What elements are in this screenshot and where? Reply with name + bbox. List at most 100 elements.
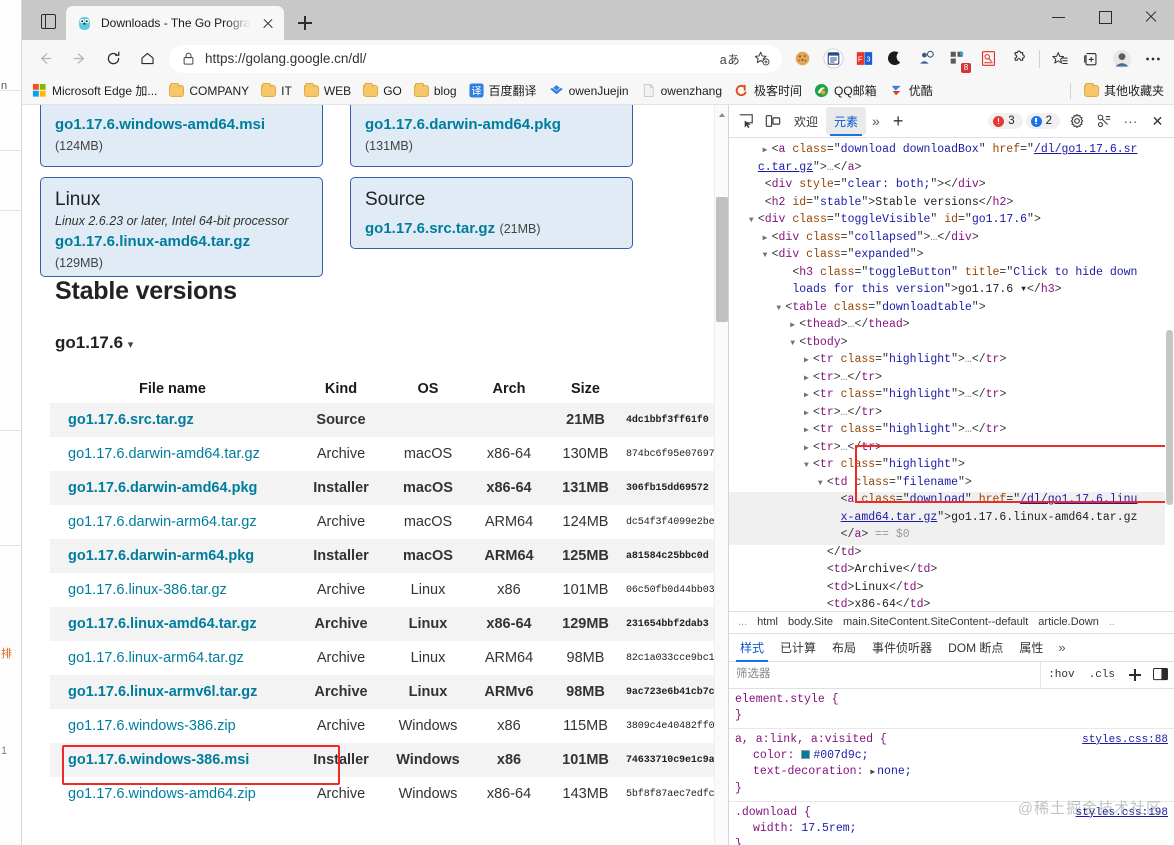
download-box-source[interactable]: Source go1.17.6.src.tar.gz (21MB)	[350, 177, 633, 249]
devtools-more-button[interactable]: ···	[1117, 108, 1144, 134]
breadcrumb-more[interactable]: ..	[1104, 616, 1120, 628]
css-property-value[interactable]: #007d9c;	[813, 749, 868, 762]
devtools-settings-button[interactable]	[1063, 108, 1090, 134]
forward-button[interactable]	[62, 44, 96, 74]
dom-node-line[interactable]: ▼<div class="expanded">	[729, 247, 1174, 265]
dom-tree-scrollbar[interactable]	[1165, 138, 1174, 611]
download-link[interactable]: go1.17.6.linux-armv6l.tar.gz	[68, 684, 257, 700]
reading-list-button[interactable]	[818, 44, 849, 74]
collapse-triangle-icon[interactable]: ▶	[790, 318, 799, 335]
dom-node-line[interactable]: ▶<tr>…</tr>	[729, 370, 1174, 388]
download-filename-link[interactable]: go1.17.6.windows-amd64.msi	[55, 116, 265, 133]
device-toolbar-button[interactable]	[759, 108, 786, 134]
collapse-triangle-icon[interactable]: ▶	[763, 231, 772, 248]
collapse-triangle-icon[interactable]: ▶	[804, 441, 813, 458]
customize-devtools-button[interactable]	[1090, 108, 1117, 134]
profile-avatar[interactable]	[1106, 44, 1137, 74]
subtab-event-listeners[interactable]: 事件侦听器	[864, 633, 940, 661]
warning-count-badge[interactable]: 2	[1026, 113, 1060, 129]
settings-and-more-button[interactable]	[1137, 44, 1168, 74]
bookmark-owenjuejin[interactable]: owenJuejin	[543, 80, 635, 101]
new-tab-button[interactable]	[290, 9, 320, 37]
screenshot-extension-button[interactable]	[973, 44, 1004, 74]
download-link[interactable]: go1.17.6.windows-amd64.zip	[68, 786, 256, 802]
css-declaration[interactable]: width: 17.5rem;	[735, 821, 1168, 837]
bookmark-blog[interactable]: blog	[408, 81, 463, 101]
table-row[interactable]: go1.17.6.darwin-amd64.pkgInstallermacOSx…	[50, 471, 723, 505]
download-link[interactable]: go1.17.6.windows-386.msi	[68, 752, 249, 768]
color-swatch-icon[interactable]	[801, 750, 810, 759]
dom-node-line[interactable]: </a> == $0	[729, 527, 1174, 545]
download-link[interactable]: go1.17.6.windows-386.zip	[68, 718, 236, 734]
breadcrumb-html[interactable]: html	[752, 616, 783, 628]
home-button[interactable]	[130, 44, 164, 74]
table-row[interactable]: go1.17.6.windows-amd64.zipArchiveWindows…	[50, 777, 723, 811]
page-scrollbar-thumb[interactable]	[716, 197, 728, 322]
scroll-up-arrow-icon[interactable]	[715, 107, 728, 121]
css-selector[interactable]: element.style {	[735, 692, 1168, 708]
add-favorite-button[interactable]	[746, 44, 777, 74]
expand-triangle-icon[interactable]: ▼	[790, 336, 799, 353]
download-filename-link[interactable]: go1.17.6.darwin-amd64.pkg	[365, 116, 561, 133]
bookmark-baidu-translate[interactable]: 译 百度翻译	[463, 79, 543, 102]
table-row[interactable]: go1.17.6.linux-amd64.tar.gzArchiveLinuxx…	[50, 607, 723, 641]
bookmark-qqmail[interactable]: QQ邮箱	[808, 79, 883, 102]
cookie-extension-button[interactable]	[787, 44, 818, 74]
download-box-windows[interactable]: go1.17.6.windows-amd64.msi (124MB)	[40, 105, 323, 167]
dom-node-line[interactable]: c.tar.gz">…</a>	[729, 160, 1174, 178]
dom-node-line[interactable]: ▶<tr class="highlight">…</tr>	[729, 352, 1174, 370]
dom-node-line[interactable]: <h2 id="stable">Stable versions</h2>	[729, 195, 1174, 213]
collapse-triangle-icon[interactable]: ▶	[804, 406, 813, 423]
read-aloud-button[interactable]: aあ	[714, 47, 746, 71]
dom-tree-scrollbar-thumb[interactable]	[1166, 330, 1173, 505]
subtab-computed[interactable]: 已计算	[772, 633, 824, 661]
devtools-close-button[interactable]: ✕	[1144, 108, 1171, 134]
collections-extension-button[interactable]: 8	[942, 44, 973, 74]
f3-extension-button[interactable]: F 3	[849, 44, 880, 74]
table-row[interactable]: go1.17.6.linux-arm64.tar.gzArchiveLinuxA…	[50, 641, 723, 675]
download-filename-link[interactable]: go1.17.6.linux-amd64.tar.gz	[55, 233, 250, 250]
subtabs-more-button[interactable]: »	[1051, 640, 1072, 655]
collapse-triangle-icon[interactable]: ▶	[804, 353, 813, 370]
collapse-triangle-icon[interactable]: ▶	[804, 388, 813, 405]
css-source-link[interactable]: styles.css:198	[1076, 805, 1168, 821]
expand-triangle-icon[interactable]: ▼	[763, 248, 772, 265]
version-toggle-button[interactable]: go1.17.6 ▾	[55, 333, 696, 353]
expand-triangle-icon[interactable]: ▼	[804, 458, 813, 475]
table-row[interactable]: go1.17.6.darwin-arm64.tar.gzArchivemacOS…	[50, 505, 723, 539]
download-link[interactable]: go1.17.6.src.tar.gz	[68, 412, 194, 428]
tab-close-icon[interactable]	[258, 13, 278, 33]
hover-state-button[interactable]: :hov	[1041, 669, 1081, 681]
collapse-triangle-icon[interactable]: ▶	[763, 143, 772, 160]
page-scrollbar[interactable]	[714, 105, 728, 845]
subtab-dom-breakpoints[interactable]: DOM 断点	[940, 633, 1011, 661]
back-button[interactable]	[28, 44, 62, 74]
dom-node-line[interactable]: ▶<tr class="highlight">…</tr>	[729, 387, 1174, 405]
error-count-badge[interactable]: 3	[988, 113, 1022, 129]
bookmark-it[interactable]: IT	[255, 81, 298, 101]
computed-sidebar-toggle[interactable]	[1148, 661, 1174, 688]
download-link[interactable]: go1.17.6.darwin-amd64.tar.gz	[68, 446, 260, 462]
breadcrumb-article[interactable]: article.Down	[1033, 616, 1104, 628]
dom-node-line[interactable]: loads for this version">go1.17.6 ▾</h3>	[729, 282, 1174, 300]
tab-welcome[interactable]: 欢迎	[786, 107, 826, 135]
dom-node-line[interactable]: <td>x86-64</td>	[729, 597, 1174, 611]
maximize-button[interactable]	[1082, 0, 1128, 33]
table-row[interactable]: go1.17.6.darwin-arm64.pkgInstallermacOSA…	[50, 539, 723, 573]
css-source-link[interactable]: styles.css:88	[1082, 732, 1168, 748]
address-bar[interactable]: https://golang.google.cn/dl/ aあ	[169, 45, 782, 73]
minimize-button[interactable]	[1036, 0, 1082, 33]
download-filename-link[interactable]: go1.17.6.src.tar.gz	[365, 220, 495, 237]
css-rules-panel[interactable]: element.style {}styles.css:88a, a:link, …	[729, 689, 1174, 845]
collections-button[interactable]	[1075, 44, 1106, 74]
css-property-value[interactable]: none;	[877, 765, 912, 778]
dom-node-line[interactable]: ▶<tr>…</tr>	[729, 405, 1174, 423]
collapse-triangle-icon[interactable]: ▶	[804, 371, 813, 388]
css-declaration[interactable]: color: #007d9c;	[735, 748, 1168, 764]
bookmark-geekbang[interactable]: 极客时间	[728, 79, 808, 102]
download-link[interactable]: go1.17.6.darwin-arm64.tar.gz	[68, 514, 257, 530]
dom-node-line[interactable]: ▶<tr>…</tr>	[729, 440, 1174, 458]
bookmark-owenzhang[interactable]: owenzhang	[635, 80, 728, 101]
tab-elements[interactable]: 元素	[826, 107, 866, 135]
dom-node-line[interactable]: <h3 class="toggleButton" title="Click to…	[729, 265, 1174, 283]
